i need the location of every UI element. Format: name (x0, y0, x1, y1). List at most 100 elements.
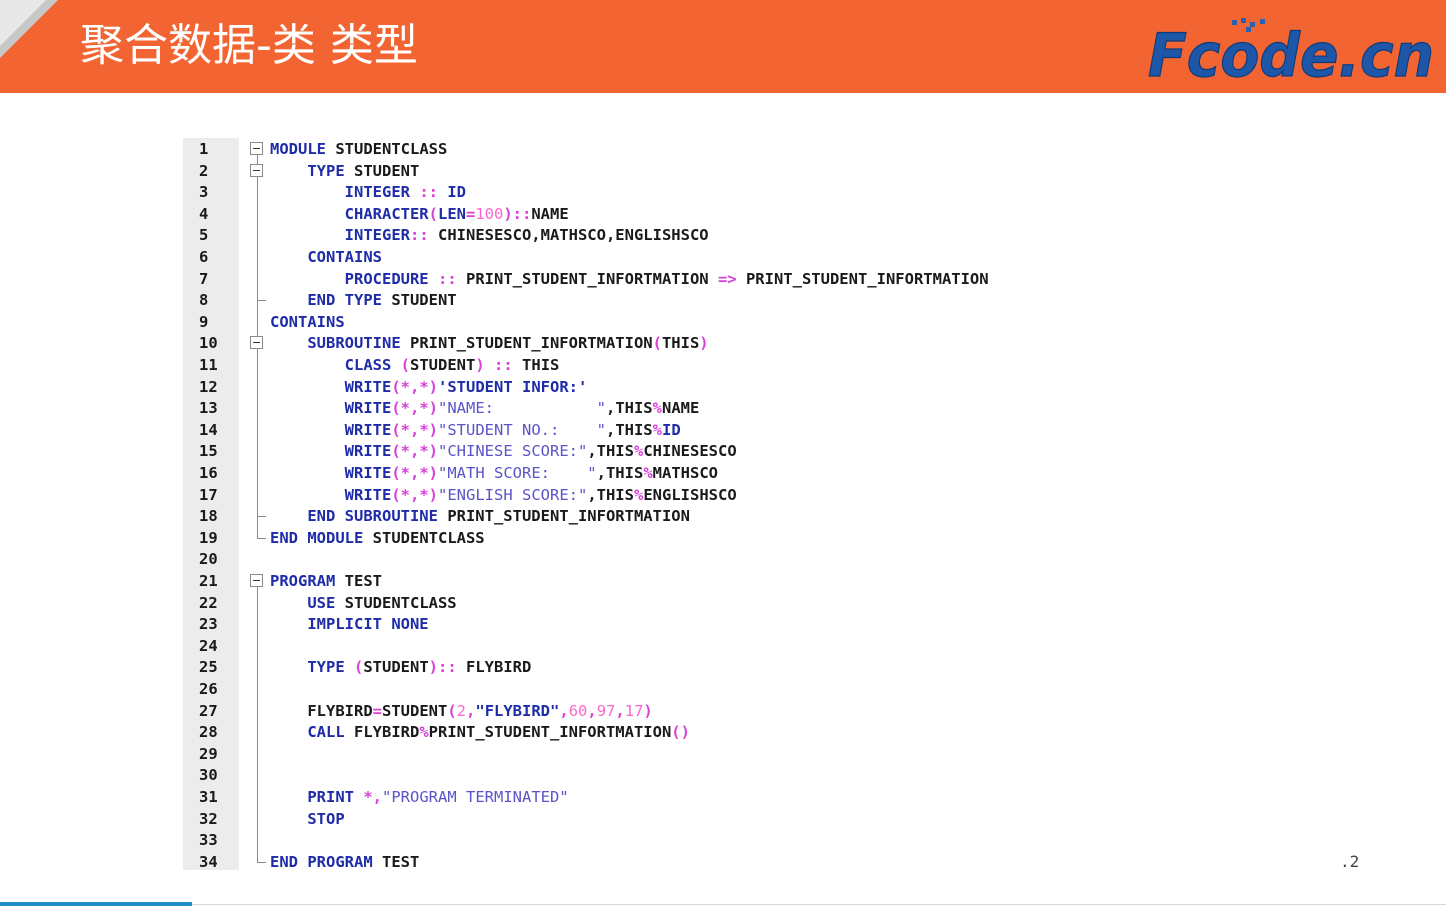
logo-text: Fcode.cn (1148, 21, 1434, 82)
line-number: 28 (199, 723, 218, 742)
code-token: PRINT_STUDENT_INFORTMATION (400, 334, 653, 353)
code-text: CONTAINS (270, 311, 345, 333)
code-token: CLASS (344, 356, 392, 374)
code-token: THIS (661, 334, 700, 353)
code-line: 5 INTEGER:: CHINESESCO,MATHSCO,ENGLISHSC… (183, 224, 1203, 246)
code-line: 30 (183, 764, 1203, 786)
code-line: 27 FLYBIRD=STUDENT(2,"FLYBIRD",60,97,17) (183, 700, 1203, 722)
code-text: MODULE STUDENTCLASS (270, 138, 447, 160)
line-number: 29 (199, 744, 218, 763)
line-number: 31 (199, 788, 218, 806)
line-number: 32 (199, 809, 218, 828)
code-text: END SUBROUTINE PRINT_STUDENT_INFORTMATIO… (270, 505, 690, 527)
code-line: 28 CALL FLYBIRD%PRINT_STUDENT_INFORTMATI… (183, 721, 1203, 743)
code-token: , (466, 701, 476, 720)
code-token: ) (643, 701, 653, 720)
code-token: TEST (335, 572, 382, 590)
code-token: ) (699, 334, 709, 353)
code-token: ,THIS (605, 420, 653, 439)
code-token: STUDENTCLASS (335, 593, 457, 612)
code-line: 1 MODULE STUDENTCLASS (183, 138, 1203, 160)
code-token: NAME (531, 204, 569, 223)
code-token: (*,*) (391, 377, 438, 396)
code-text: PRINT *,"PROGRAM TERMINATED" (270, 786, 568, 808)
code-token: STUDENT (381, 291, 457, 310)
code-token: STUDENT (344, 161, 420, 180)
code-token: (*,*) (391, 420, 438, 439)
code-token: :: (409, 226, 429, 245)
code-token: (*,*) (391, 464, 438, 482)
code-token: 100 (475, 204, 504, 223)
code-token: (*,*) (391, 442, 438, 461)
line-number: 14 (199, 420, 218, 439)
code-token: "NAME: " (438, 399, 606, 418)
code-line: 16 WRITE(*,*)"MATH SCORE: ",THIS%MATHSCO (183, 462, 1203, 484)
footer-divider (192, 904, 1446, 905)
code-token: % (652, 420, 662, 439)
line-number: 18 (199, 507, 218, 526)
code-token: = (372, 701, 382, 720)
line-number: 17 (199, 485, 218, 504)
code-text: PROGRAM TEST (270, 570, 382, 592)
code-token: , (587, 701, 597, 720)
line-number: 30 (199, 766, 218, 785)
code-token: () (671, 723, 690, 742)
code-token: ENGLISHSCO (643, 485, 737, 504)
code-token: CALL (307, 723, 345, 742)
code-line: 15 WRITE(*,*)"CHINESE SCORE:",THIS%CHINE… (183, 440, 1203, 462)
header-corner-highlight (0, 0, 46, 46)
code-line: 22 USE STUDENTCLASS (183, 592, 1203, 614)
code-text: IMPLICIT NONE (270, 613, 428, 635)
code-token: FLYBIRD (456, 658, 532, 677)
code-line: 33 (183, 829, 1203, 851)
code-text: WRITE(*,*)'STUDENT INFOR:' (270, 376, 588, 398)
code-token: ( (354, 658, 364, 677)
code-token: STUDENT (410, 356, 476, 374)
code-token: "STUDENT NO.: " (438, 420, 606, 439)
code-token: WRITE (344, 399, 392, 418)
code-token: PROGRAM (270, 572, 336, 590)
code-token: 97 (596, 701, 616, 720)
code-token: ID (447, 183, 467, 202)
code-line: 7 PROCEDURE :: PRINT_STUDENT_INFORTMATIO… (183, 268, 1203, 290)
code-text: CONTAINS (270, 246, 382, 268)
line-number: 12 (199, 377, 218, 396)
code-token: LEN (438, 204, 466, 223)
code-line: 25 TYPE (STUDENT):: FLYBIRD (183, 656, 1203, 678)
code-token: END SUBROUTINE (307, 507, 438, 526)
code-token: TEST (372, 852, 420, 871)
code-line: 11 CLASS (STUDENT) :: THIS (183, 354, 1203, 376)
code-token: ( (400, 356, 411, 374)
code-token: MODULE (270, 140, 326, 158)
line-number: 11 (199, 356, 218, 374)
code-line: 18 END SUBROUTINE PRINT_STUDENT_INFORTMA… (183, 505, 1203, 527)
line-number: 33 (199, 831, 218, 850)
code-text: END TYPE STUDENT (270, 289, 457, 311)
code-token: "ENGLISH SCORE:" (438, 485, 588, 504)
code-token: USE (307, 593, 336, 612)
code-token: PRINT_STUDENT_INFORTMATION (437, 507, 690, 526)
code-token: ,THIS (587, 442, 634, 461)
line-number: 25 (199, 658, 218, 677)
code-line: 9 CONTAINS (183, 311, 1203, 333)
code-text: TYPE (STUDENT):: FLYBIRD (270, 656, 531, 678)
code-text: INTEGER :: ID (270, 181, 466, 203)
